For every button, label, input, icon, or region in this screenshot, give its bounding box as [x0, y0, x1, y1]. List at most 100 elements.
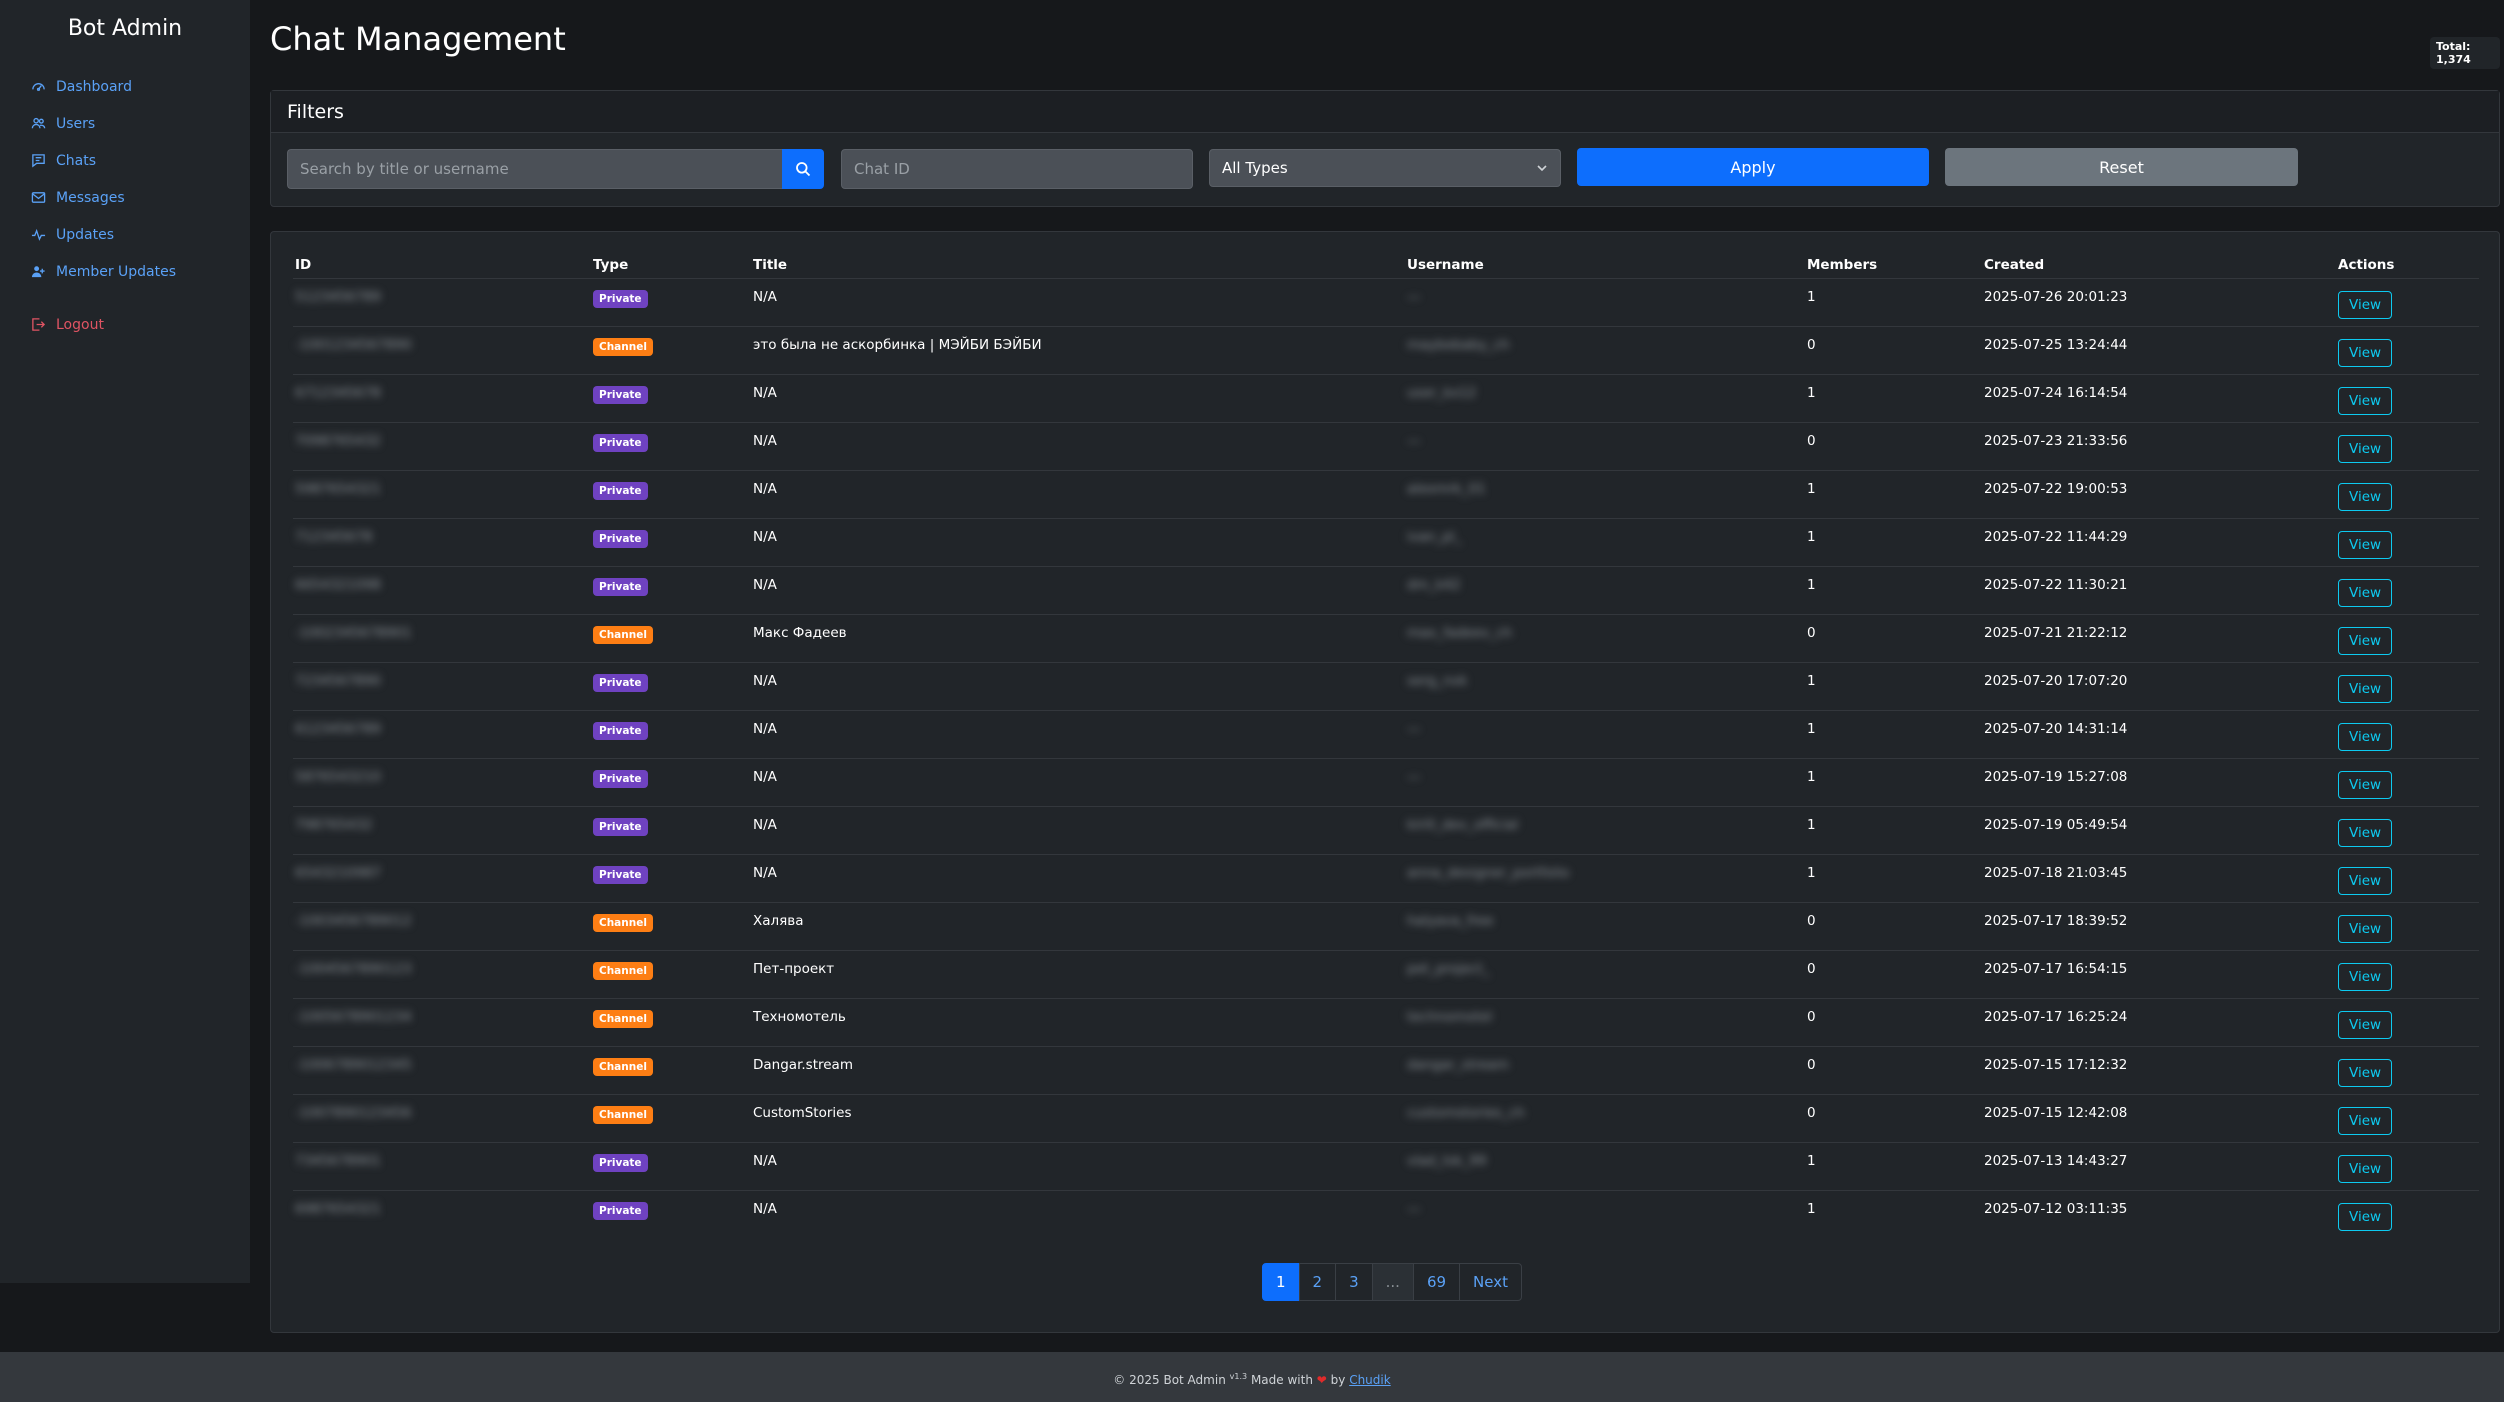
username-value: —: [1407, 768, 1421, 785]
column-header-title[interactable]: Title: [751, 252, 1405, 278]
sidebar-item-member-updates[interactable]: Member Updates: [0, 253, 250, 290]
username-value: max_fadeev_ch: [1407, 624, 1513, 641]
view-button[interactable]: View: [2338, 1154, 2393, 1183]
cell-type: Private: [591, 805, 751, 854]
view-button[interactable]: View: [2338, 818, 2393, 847]
type-select[interactable]: All Types: [1209, 149, 1561, 187]
cell-type: Private: [591, 1141, 751, 1190]
view-button[interactable]: View: [2338, 1058, 2393, 1087]
cell-type: Private: [591, 277, 751, 326]
cell-id: -1003456789012: [293, 901, 591, 950]
cell-username: anna_designer_portfolio: [1405, 853, 1805, 902]
footer-made-with: Made with: [1250, 1373, 1313, 1387]
table-row: -1003456789012 Channel Халява halyava_free 0…: [293, 901, 2479, 950]
column-header-type[interactable]: Type: [591, 252, 751, 278]
page-next[interactable]: Next: [1459, 1263, 1522, 1301]
cell-created: 2025-07-22 11:44:29: [1982, 517, 2336, 566]
cell-actions: View: [2336, 949, 2479, 998]
sidebar-item-logout[interactable]: Logout: [0, 306, 250, 343]
username-value: —: [1407, 1200, 1421, 1217]
cell-username: —: [1405, 757, 1805, 806]
search-button[interactable]: [782, 149, 824, 189]
sidebar-item-dashboard[interactable]: Dashboard: [0, 68, 250, 105]
view-button[interactable]: View: [2338, 530, 2393, 559]
apply-button[interactable]: Apply: [1577, 148, 1929, 186]
column-header-username[interactable]: Username: [1405, 252, 1805, 278]
view-button[interactable]: View: [2338, 722, 2393, 751]
sidebar-item-updates[interactable]: Updates: [0, 216, 250, 253]
cell-actions: View: [2336, 517, 2479, 566]
cell-actions: View: [2336, 1141, 2479, 1190]
chat-id-value: 6123456789: [295, 720, 381, 737]
cell-title: Техномотель: [751, 997, 1405, 1046]
column-header-created[interactable]: Created: [1982, 252, 2336, 278]
cell-username: dangar_stream: [1405, 1045, 1805, 1094]
page-link-1[interactable]: 1: [1262, 1263, 1300, 1301]
cell-username: halyava_free: [1405, 901, 1805, 950]
pulse-icon: [31, 228, 46, 241]
username-value: pet_project_: [1407, 960, 1490, 977]
sidebar-item-messages[interactable]: Messages: [0, 179, 250, 216]
chats-table-card: ID Type Title Username Members Created A…: [270, 231, 2500, 1333]
column-header-members[interactable]: Members: [1805, 252, 1982, 278]
cell-created: 2025-07-13 14:43:27: [1982, 1141, 2336, 1190]
chat-id-value: -1005678901234: [295, 1008, 412, 1025]
cell-username: serg_nvk: [1405, 661, 1805, 710]
page-link-3[interactable]: 3: [1335, 1263, 1373, 1301]
view-button[interactable]: View: [2338, 914, 2393, 943]
chat-id-input[interactable]: [841, 149, 1193, 189]
column-header-id[interactable]: ID: [293, 252, 591, 278]
username-value: maybebaby_ch: [1407, 336, 1510, 353]
footer-author-link[interactable]: Chudik: [1349, 1373, 1391, 1387]
reset-button[interactable]: Reset: [1945, 148, 2298, 186]
view-button[interactable]: View: [2338, 1010, 2393, 1039]
search-input[interactable]: [287, 149, 782, 189]
cell-username: technomotel: [1405, 997, 1805, 1046]
view-button[interactable]: View: [2338, 338, 2393, 367]
cell-actions: View: [2336, 853, 2479, 902]
chat-id-value: 7345678901: [295, 1152, 381, 1169]
footer-version: v1.3: [1229, 1372, 1248, 1381]
table-row: 6987654321 Private N/A — 1 2025-07-12 03:11:3…: [293, 1189, 2479, 1238]
type-badge: Channel: [593, 913, 653, 932]
cell-members: 0: [1805, 997, 1982, 1046]
view-button[interactable]: View: [2338, 962, 2393, 991]
cell-created: 2025-07-17 16:54:15: [1982, 949, 2336, 998]
view-button[interactable]: View: [2338, 386, 2393, 415]
brand-title: Bot Admin: [67, 16, 183, 41]
cell-type: Channel: [591, 1093, 751, 1142]
sidebar-item-users[interactable]: Users: [0, 105, 250, 142]
view-button[interactable]: View: [2338, 290, 2393, 319]
view-button[interactable]: View: [2338, 1106, 2393, 1135]
page-link-last[interactable]: 69: [1412, 1263, 1461, 1301]
cell-username: max_fadeev_ch: [1405, 613, 1805, 662]
cell-id: 712345678: [293, 517, 591, 566]
cell-type: Private: [591, 517, 751, 566]
chat-id-value: -1002345678901: [295, 624, 412, 641]
view-button[interactable]: View: [2338, 434, 2393, 463]
view-button[interactable]: View: [2338, 1202, 2393, 1231]
username-value: dangar_stream: [1407, 1056, 1509, 1073]
cell-type: Private: [591, 421, 751, 470]
page-link-2[interactable]: 2: [1298, 1263, 1337, 1301]
view-button[interactable]: View: [2338, 770, 2393, 799]
cell-title: Халява: [751, 901, 1405, 950]
cell-type: Channel: [591, 613, 751, 662]
cell-id: 6654321098: [293, 565, 591, 614]
cell-id: 7098765432: [293, 421, 591, 470]
sidebar-item-label: Chats: [56, 152, 97, 169]
cell-members: 0: [1805, 325, 1982, 374]
envelope-icon: [31, 192, 46, 203]
cell-type: Private: [591, 1189, 751, 1238]
cell-title: Макс Фадеев: [751, 613, 1405, 662]
cell-actions: View: [2336, 565, 2479, 614]
view-button[interactable]: View: [2338, 674, 2393, 703]
view-button[interactable]: View: [2338, 866, 2393, 895]
cell-title: N/A: [751, 277, 1405, 326]
view-button[interactable]: View: [2338, 626, 2393, 655]
view-button[interactable]: View: [2338, 482, 2393, 511]
cell-members: 1: [1805, 277, 1982, 326]
cell-username: ivan_pl_: [1405, 517, 1805, 566]
sidebar-item-chats[interactable]: Chats: [0, 142, 250, 179]
view-button[interactable]: View: [2338, 578, 2393, 607]
